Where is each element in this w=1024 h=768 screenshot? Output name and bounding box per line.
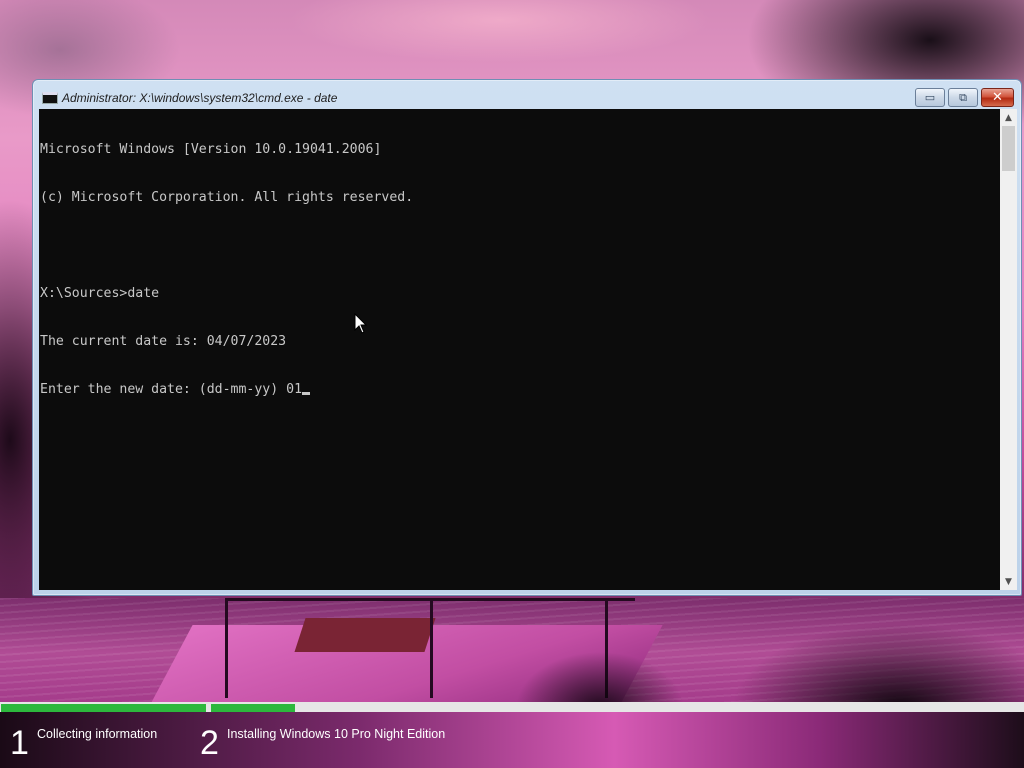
title-bar[interactable]: Administrator: X:\windows\system32\cmd.e… <box>33 80 1021 109</box>
step-2-number: 2 <box>200 724 219 762</box>
pavilion-roof <box>294 618 436 652</box>
step-1-number: 1 <box>10 724 29 762</box>
mouse-pointer-icon <box>354 313 368 334</box>
scroll-up-arrow-icon[interactable]: ▲ <box>1000 109 1017 126</box>
maximize-button[interactable]: ⧉ <box>948 88 978 107</box>
console-app-icon[interactable] <box>42 92 58 104</box>
close-button[interactable]: ✕ <box>981 88 1014 107</box>
console-line: Microsoft Windows [Version 10.0.19041.20… <box>40 142 382 157</box>
console-prompt: Enter the new date: (dd-mm-yy) 01 <box>40 382 303 397</box>
step-2-label: Installing Windows 10 Pro Night Edition <box>227 727 446 741</box>
scroll-thumb[interactable] <box>1002 126 1015 171</box>
sky-glow <box>200 0 800 90</box>
palm-silhouette <box>480 598 1024 708</box>
window-title: Administrator: X:\windows\system32\cmd.e… <box>62 91 338 105</box>
text-caret <box>302 392 311 395</box>
step-2-progress-fill <box>211 704 295 712</box>
railing-post <box>225 598 228 698</box>
vertical-scrollbar[interactable]: ▲ ▼ <box>1000 109 1017 590</box>
step-2-progress <box>210 702 1024 712</box>
step-1-label: Collecting information <box>37 727 158 741</box>
console-line: (c) Microsoft Corporation. All rights re… <box>40 190 414 205</box>
setup-progress-bar <box>0 702 1024 712</box>
scroll-down-arrow-icon[interactable]: ▼ <box>1000 573 1017 590</box>
step-1-progress-fill <box>1 704 206 712</box>
cmd-window[interactable]: Administrator: X:\windows\system32\cmd.e… <box>32 79 1022 596</box>
railing-post <box>430 598 433 698</box>
console-input-line[interactable]: Enter the new date: (dd-mm-yy) 01 <box>40 382 413 398</box>
console-output[interactable]: Microsoft Windows [Version 10.0.19041.20… <box>39 109 1000 590</box>
console-line: The current date is: 04/07/2023 <box>40 334 287 349</box>
console-line: X:\Sources>date <box>40 286 160 301</box>
minimize-button[interactable]: ▭ <box>915 88 945 107</box>
step-1-progress <box>0 702 207 712</box>
